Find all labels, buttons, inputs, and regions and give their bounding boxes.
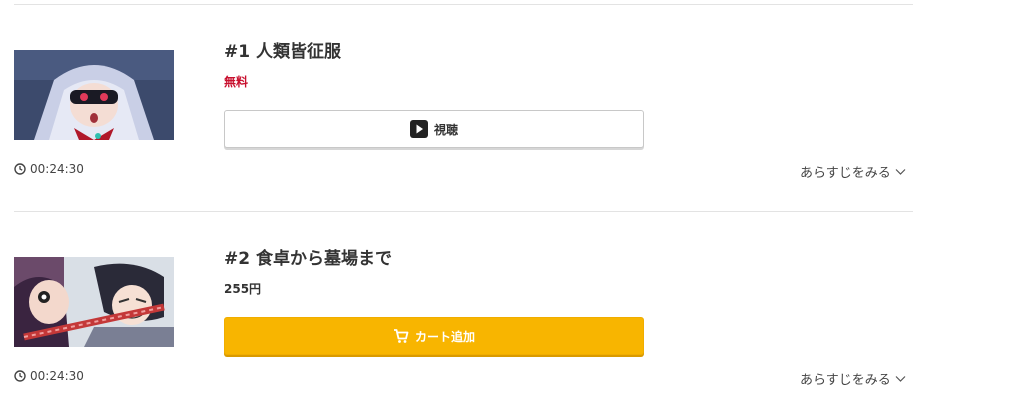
synopsis-toggle[interactable]: あらすじをみる (800, 369, 906, 388)
chevron-down-icon (895, 168, 906, 175)
episode-price: 255円 (224, 282, 262, 296)
chevron-down-icon (895, 375, 906, 382)
episode-price: 無料 (224, 75, 249, 89)
watch-button-label: 視聴 (433, 122, 458, 137)
episode-item-2: 00:24:30 #2 食卓から墓場まで 255円 カート追加 あらすじをみる (0, 211, 1011, 401)
cart-icon (393, 329, 409, 343)
watch-button[interactable]: 視聴 (224, 110, 644, 148)
episode-thumbnail[interactable] (14, 257, 174, 347)
duration-text: 00:24:30 (30, 162, 84, 176)
episode-title: #1 人類皆征服 (224, 42, 341, 62)
episode-title: #2 食卓から墓場まで (224, 249, 392, 269)
episode-duration: 00:24:30 (14, 162, 84, 176)
play-icon (409, 120, 428, 138)
add-to-cart-button[interactable]: カート追加 (224, 317, 644, 355)
synopsis-label: あらすじをみる (800, 373, 891, 388)
episode-thumbnail[interactable] (14, 50, 174, 140)
episode-list: 00:24:30 #1 人類皆征服 無料 視聴 あらすじをみる 00:24:30… (0, 0, 1011, 413)
synopsis-toggle[interactable]: あらすじをみる (800, 162, 906, 181)
clock-icon (14, 370, 26, 382)
clock-icon (14, 163, 26, 175)
synopsis-label: あらすじをみる (800, 166, 891, 181)
episode-item-1: 00:24:30 #1 人類皆征服 無料 視聴 あらすじをみる (0, 4, 1011, 194)
duration-text: 00:24:30 (30, 369, 84, 383)
episode-duration: 00:24:30 (14, 369, 84, 383)
add-to-cart-label: カート追加 (414, 329, 475, 344)
